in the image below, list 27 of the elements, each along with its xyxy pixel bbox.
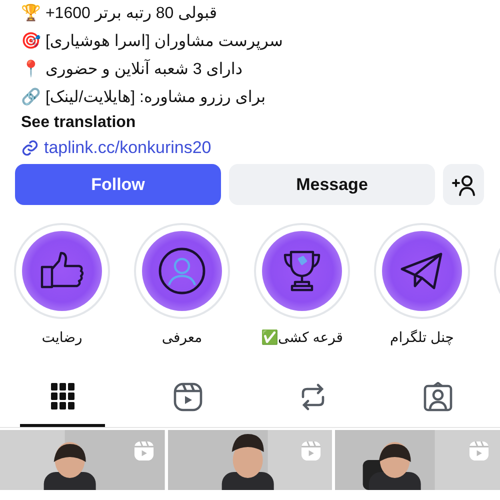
add-person-icon: [452, 174, 476, 196]
see-translation-link[interactable]: See translation: [21, 110, 136, 136]
highlight-circle[interactable]: [14, 223, 110, 319]
repost-icon: [300, 382, 326, 412]
follow-button[interactable]: Follow: [15, 164, 221, 205]
highlight-label: رضایت: [42, 329, 82, 346]
link-icon: [21, 139, 39, 157]
highlight-circle[interactable]: [374, 223, 470, 319]
grid-icon: [50, 382, 74, 410]
highlight-label: قرعه کشی✅: [261, 329, 343, 346]
thumbs-up-icon: [39, 251, 85, 291]
reels-icon: [172, 382, 202, 412]
add-person-button[interactable]: [443, 164, 484, 205]
highlight-label: چنل تلگرام: [390, 329, 454, 346]
bio-line: دارای 3 شعبه آنلاین و حضوری 📍: [21, 58, 242, 80]
message-button[interactable]: Message: [229, 164, 435, 205]
trophy-icon: [282, 249, 322, 293]
highlight-circle[interactable]: [134, 223, 230, 319]
profile-link[interactable]: taplink.cc/konkurins20: [44, 138, 212, 158]
bio-line: قبولی 80 رتبه برتر 1600+ 🏆: [21, 2, 218, 24]
bio-line: سرپرست مشاوران [اسرا هوشیاری] 🎯: [21, 31, 283, 52]
highlight-label: معرفی: [162, 329, 202, 346]
highlight-circle[interactable]: [254, 223, 350, 319]
paper-plane-icon: [400, 251, 444, 291]
tagged-person-icon: [422, 382, 452, 412]
user-icon: [158, 247, 206, 295]
bio-line: برای رزرو مشاوره: [هایلایت/لینک] 🔗: [21, 86, 266, 108]
